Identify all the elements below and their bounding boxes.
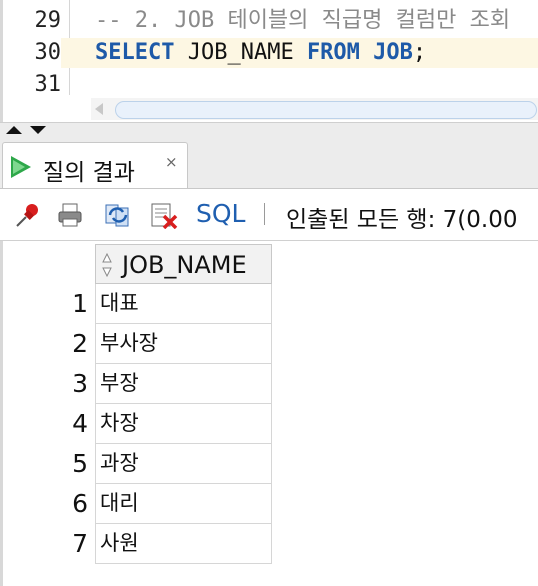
code-text[interactable]: -- 2. JOB 테이블의 직급명 컬럼만 조회: [95, 6, 510, 36]
code-text[interactable]: SELECT JOB_NAME FROM JOB;: [95, 38, 426, 68]
refresh-icon[interactable]: [104, 201, 132, 229]
job-name-cell[interactable]: 차장: [95, 404, 272, 444]
job-name-cell[interactable]: 부사장: [95, 324, 272, 364]
line-number: 30: [3, 38, 61, 68]
column-header-job-name[interactable]: JOB_NAME: [95, 244, 272, 284]
print-icon[interactable]: [56, 201, 84, 229]
sql-token: ;: [412, 40, 427, 65]
editor-line[interactable]: 29 -- 2. JOB 테이블의 직급명 컬럼만 조회: [3, 6, 538, 36]
job-name-cell[interactable]: 대표: [95, 284, 272, 324]
fetch-status: 인출된 모든 행: 7(0.00: [286, 207, 518, 233]
row-number[interactable]: 3: [3, 364, 88, 404]
row-number[interactable]: 2: [3, 324, 88, 364]
sort-icon[interactable]: [102, 253, 112, 277]
editor-line[interactable]: 30 SELECT JOB_NAME FROM JOB;: [3, 38, 538, 68]
row-number[interactable]: 5: [3, 444, 88, 484]
column-header-label: JOB_NAME: [122, 251, 247, 279]
horizontal-scrollbar[interactable]: [91, 98, 538, 120]
tab-query-result[interactable]: 질의 결과 ×: [2, 142, 188, 188]
table-row[interactable]: 1 대표: [3, 284, 538, 324]
line-number: 29: [34, 8, 62, 33]
row-number[interactable]: 4: [3, 404, 88, 444]
table-row[interactable]: 5 과장: [3, 444, 538, 484]
table-row[interactable]: 3 부장: [3, 364, 538, 404]
job-name-cell[interactable]: 대리: [95, 484, 272, 524]
scrollbar-thumb[interactable]: [115, 101, 537, 119]
row-number[interactable]: 6: [3, 484, 88, 524]
collapse-up-icon[interactable]: [6, 126, 22, 134]
editor-line[interactable]: 31: [3, 70, 538, 100]
scroll-left-icon[interactable]: [95, 103, 103, 115]
job-name-cell[interactable]: 사원: [95, 524, 272, 564]
row-number[interactable]: 1: [3, 284, 88, 324]
table-row[interactable]: 7 사원: [3, 524, 538, 564]
sql-comment: -- 2. JOB 테이블의 직급명 컬럼만 조회: [95, 8, 511, 33]
pin-icon[interactable]: [14, 201, 42, 229]
row-number[interactable]: 7: [3, 524, 88, 564]
tab-close-icon[interactable]: ×: [165, 153, 178, 171]
line-number: 31: [34, 72, 62, 97]
table-row[interactable]: 6 대리: [3, 484, 538, 524]
toolbar-separator: [264, 203, 265, 225]
job-name-cell[interactable]: 과장: [95, 444, 272, 484]
result-tab-bar: 질의 결과 ×: [0, 136, 538, 189]
job-name-cell[interactable]: 부장: [95, 364, 272, 404]
table-row[interactable]: 4 차장: [3, 404, 538, 444]
sql-keyword: SELECT: [95, 40, 175, 65]
collapse-down-icon[interactable]: [30, 126, 46, 134]
tab-title: 질의 결과: [43, 160, 135, 186]
sql-button[interactable]: SQL: [196, 199, 245, 228]
export-icon[interactable]: [150, 201, 178, 229]
sql-keyword: FROM: [306, 40, 360, 65]
result-toolbar: SQL 인출된 모든 행: 7(0.00: [0, 189, 538, 241]
table-row[interactable]: 2 부사장: [3, 324, 538, 364]
sql-token: JOB_NAME: [174, 40, 307, 65]
sql-keyword: JOB: [373, 40, 413, 65]
sql-editor[interactable]: 29 -- 2. JOB 테이블의 직급명 컬럼만 조회 30 SELECT JOB_…: [0, 0, 538, 122]
result-grid[interactable]: JOB_NAME 1 대표 2 부사장 3 부장 4 차장 5 과장 6 대리 7 사원: [0, 241, 538, 586]
run-result-icon: [11, 156, 31, 178]
panel-splitter[interactable]: [0, 122, 538, 137]
